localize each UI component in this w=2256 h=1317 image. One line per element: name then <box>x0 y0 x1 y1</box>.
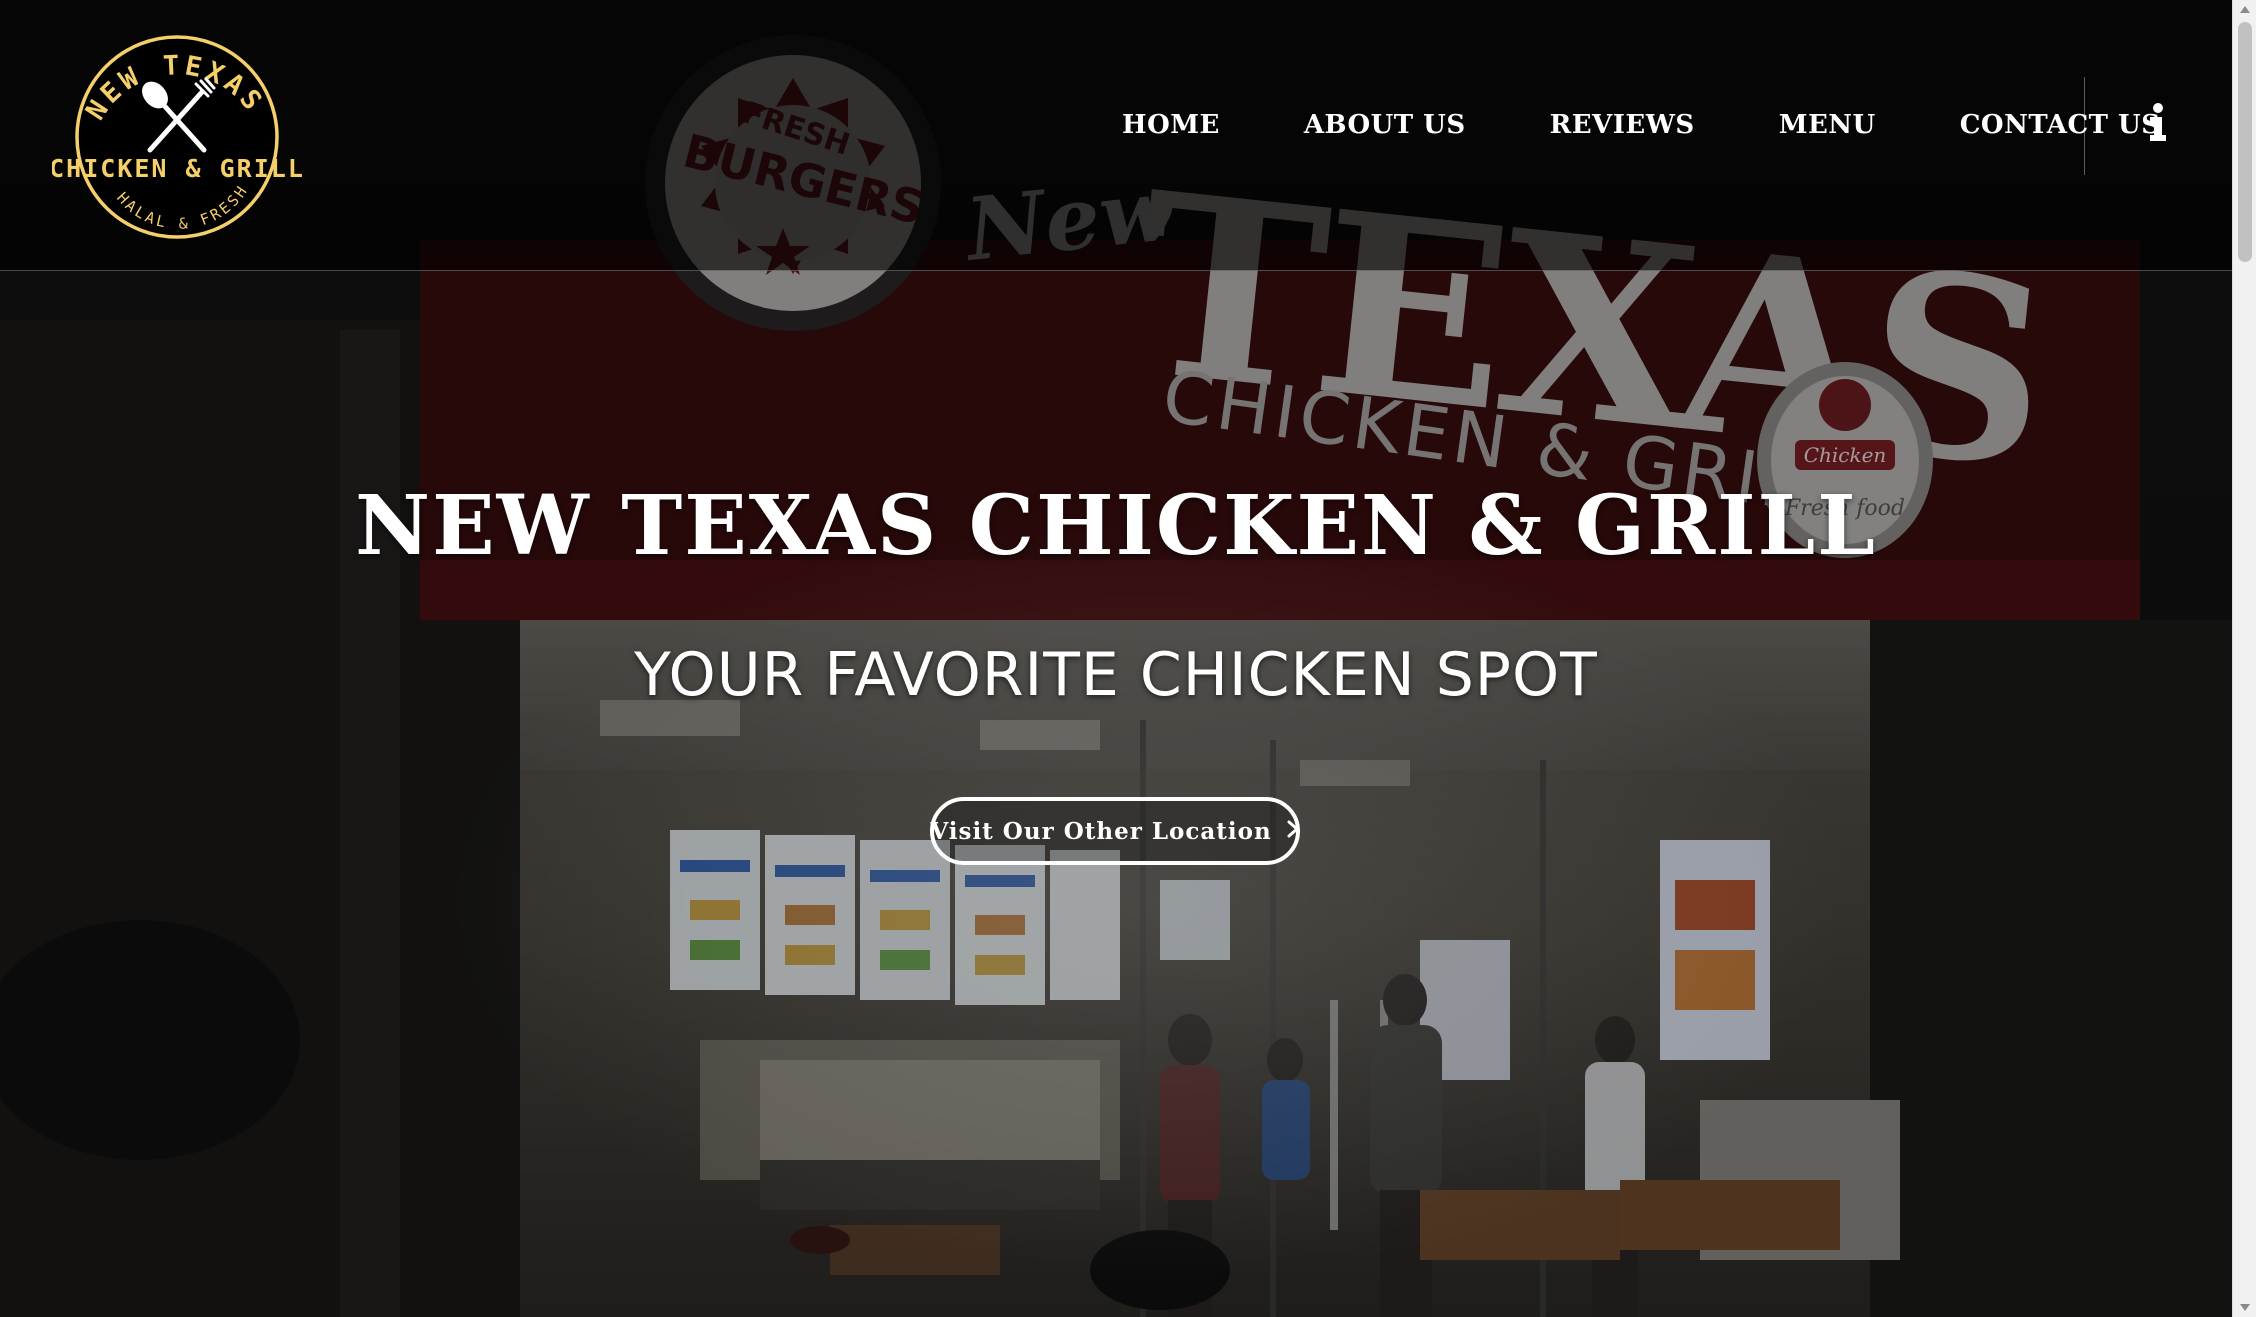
nav-item-reviews[interactable]: REVIEWS <box>1550 110 1695 140</box>
nav-divider <box>2084 77 2085 175</box>
chevron-right-icon <box>1286 819 1300 843</box>
scroll-down-arrow-icon[interactable] <box>2240 1304 2250 1311</box>
hero-subtitle: YOUR FAVORITE CHICKEN SPOT <box>634 640 1598 710</box>
hero-title: NEW TEXAS CHICKEN & GRILL <box>355 478 1877 574</box>
cta-label: Visit Our Other Location <box>930 817 1272 845</box>
page: FRESH BURGERS New TEXAS CHICKEN & GRILL … <box>0 0 2256 1317</box>
page-scrollbar[interactable] <box>2232 0 2256 1317</box>
site-header: NEW TEXAS CHICKEN & GRILL HALAL & FRESH <box>0 0 2232 271</box>
main-nav: HOME ABOUT US REVIEWS MENU CONTACT US <box>1080 104 2202 146</box>
info-icon[interactable] <box>2144 103 2172 143</box>
brand-logo[interactable]: NEW TEXAS CHICKEN & GRILL HALAL & FRESH <box>52 32 302 242</box>
svg-text:Chicken: Chicken <box>1804 443 1887 467</box>
scrollbar-thumb[interactable] <box>2238 22 2252 262</box>
svg-text:CHICKEN & GRILL: CHICKEN & GRILL <box>52 154 302 183</box>
nav-item-contact-us[interactable]: CONTACT US <box>1960 110 2161 140</box>
nav-item-menu[interactable]: MENU <box>1779 110 1876 140</box>
nav-item-about-us[interactable]: ABOUT US <box>1304 110 1466 140</box>
scroll-up-arrow-icon[interactable] <box>2240 6 2250 13</box>
visit-other-location-button[interactable]: Visit Our Other Location <box>930 797 1300 865</box>
nav-item-home[interactable]: HOME <box>1122 110 1220 140</box>
